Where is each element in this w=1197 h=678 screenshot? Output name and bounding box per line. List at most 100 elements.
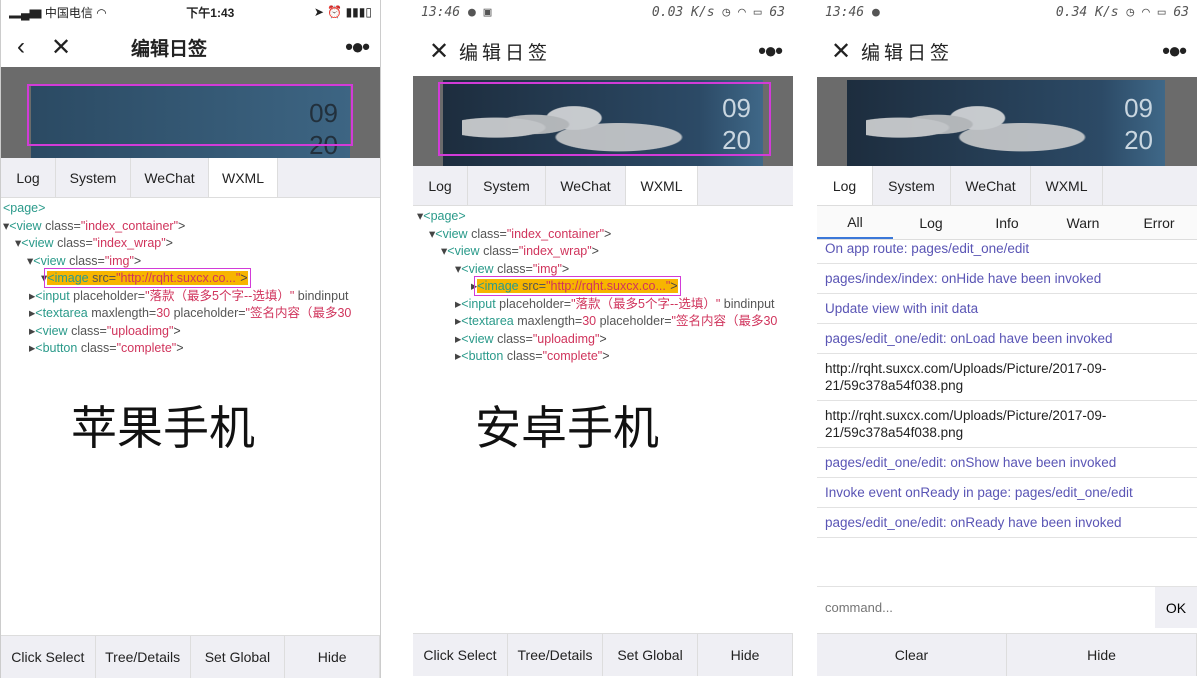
node-container[interactable]: ▾<view class="index_container">	[3, 218, 380, 236]
battery-icon: ▭	[1157, 4, 1166, 20]
node-textarea[interactable]: ▸<textarea maxlength=30 placeholder="签名内…	[417, 313, 793, 331]
hide-button[interactable]: Hide	[1007, 634, 1197, 676]
filter-error[interactable]: Error	[1121, 206, 1197, 239]
filter-info[interactable]: Info	[969, 206, 1045, 239]
attr-value: img	[537, 261, 558, 276]
node-img[interactable]: ▾<view class="img">	[417, 261, 793, 279]
back-icon[interactable]: ‹	[1, 33, 41, 61]
node-button[interactable]: ▸<button class="complete">	[3, 340, 380, 358]
more-icon[interactable]: •●•	[758, 38, 783, 64]
tulip-photo	[866, 101, 1089, 166]
attr-value: index_container	[85, 218, 174, 233]
attr-value: 签名内容（最多30	[675, 314, 778, 328]
nav-bar: ‹ ✕ 编辑日签 •●•	[1, 24, 380, 70]
close-icon[interactable]: ✕	[41, 33, 81, 62]
log-entry: pages/edit_one/edit: onShow have been in…	[817, 448, 1197, 478]
date-month: 09	[1124, 93, 1153, 123]
alarm-icon: ◷	[1126, 4, 1135, 20]
platform-label: 苹果手机	[71, 401, 255, 455]
tab-wechat[interactable]: WeChat	[951, 166, 1031, 205]
wxml-tree: ▾<page> ▾<view class="index_container"> …	[417, 208, 793, 366]
node-image-selected[interactable]: ▸<image src="http://rqht.suxcx.co...">	[417, 276, 793, 296]
tab-wechat[interactable]: WeChat	[131, 158, 209, 197]
signal-icon: ▂▄▆	[9, 5, 45, 20]
node-textarea[interactable]: ▸<textarea maxlength=30 placeholder="签名内…	[3, 305, 380, 323]
filter-all[interactable]: All	[817, 206, 893, 239]
tab-system[interactable]: System	[873, 166, 951, 205]
tree-details-button[interactable]: Tree/Details	[96, 636, 191, 678]
click-select-button[interactable]: Click Select	[413, 634, 508, 676]
node-page[interactable]: ▾<page>	[417, 208, 793, 226]
status-bar: 13:46 ● ▣ 0.03 K/s ◷ ◠ ▭ 63	[413, 0, 793, 24]
selection-highlight	[438, 82, 771, 156]
close-icon[interactable]: ✕	[821, 37, 861, 66]
more-icon[interactable]: •●•	[1162, 38, 1187, 64]
ok-button[interactable]: OK	[1155, 587, 1197, 628]
hide-button[interactable]: Hide	[285, 636, 380, 678]
attr-value: index_wrap	[523, 244, 588, 258]
log-entry: Invoke event onReady in page: pages/edit…	[817, 478, 1197, 508]
clock: 13:46	[421, 4, 461, 20]
clear-button[interactable]: Clear	[817, 634, 1007, 676]
notification-icon: ●	[871, 4, 880, 20]
clock: 下午1:43	[186, 5, 235, 20]
platform-label: 安卓手机	[475, 401, 659, 455]
node-image-selected[interactable]: ▾<image src="http://rqht.suxcx.co...">	[3, 268, 380, 288]
log-entry: Update view with init data	[817, 294, 1197, 324]
notification-icon: ● ▣	[467, 4, 492, 20]
tree-details-button[interactable]: Tree/Details	[508, 634, 603, 676]
tab-wxml[interactable]: WXML	[626, 166, 698, 205]
log-entry: http://rqht.suxcx.com/Uploads/Picture/20…	[817, 401, 1197, 448]
net-speed: 0.03 K/s	[651, 4, 715, 20]
attr-value: uploadimg	[111, 323, 169, 338]
battery-level: 63	[769, 4, 785, 20]
battery-icon: ▭	[753, 4, 762, 20]
filter-log[interactable]: Log	[893, 206, 969, 239]
node-wrap[interactable]: ▾<view class="index_wrap">	[417, 243, 793, 261]
node-uploadimg[interactable]: ▸<view class="uploadimg">	[417, 331, 793, 349]
attr-value: complete	[547, 349, 598, 363]
tag: <page>	[423, 209, 466, 223]
wifi-icon: ◠	[96, 5, 107, 20]
tab-log[interactable]: Log	[413, 166, 468, 205]
close-icon[interactable]: ✕	[419, 37, 459, 66]
node-img[interactable]: ▾<view class="img">	[3, 253, 380, 271]
tab-wxml[interactable]: WXML	[1031, 166, 1103, 205]
card-image[interactable]: 09 20	[847, 80, 1165, 166]
tab-wechat[interactable]: WeChat	[546, 166, 626, 205]
attr-value: http://rqht.suxcx.co...	[550, 279, 666, 293]
set-global-button[interactable]: Set Global	[603, 634, 698, 676]
tab-log[interactable]: Log	[1, 158, 56, 197]
image-area: 09 20	[817, 77, 1197, 166]
tag: <page>	[3, 201, 46, 215]
tab-log[interactable]: Log	[817, 166, 873, 205]
iphone-panel: ▂▄▆ 中国电信 ◠ 下午1:43 ➤ ⏰ ▮▮▮▯ ‹ ✕ 编辑日签 •●• …	[0, 0, 381, 678]
nav-bar: ✕ 编辑日签 •●•	[817, 28, 1197, 74]
node-uploadimg[interactable]: ▸<view class="uploadimg">	[3, 323, 380, 341]
attr-value: http://rqht.suxcx.co...	[120, 271, 236, 285]
wxml-tree: <page> ▾<view class="index_container"> ▾…	[3, 200, 380, 358]
page-title: 编辑日签	[861, 42, 954, 64]
node-input[interactable]: ▸<input placeholder="落款（最多5个字--选填）" bind…	[417, 296, 793, 314]
log-entry: pages/index/index: onHide have been invo…	[817, 264, 1197, 294]
node-wrap[interactable]: ▾<view class="index_wrap">	[3, 235, 380, 253]
node-input[interactable]: ▸<input placeholder="落款（最多5个字--选填）" bind…	[3, 288, 380, 306]
node-button[interactable]: ▸<button class="complete">	[417, 348, 793, 366]
node-container[interactable]: ▾<view class="index_container">	[417, 226, 793, 244]
node-page[interactable]: <page>	[3, 200, 380, 218]
status-bar: ▂▄▆ 中国电信 ◠ 下午1:43 ➤ ⏰ ▮▮▮▯	[1, 0, 380, 24]
attr-value: 30	[582, 314, 597, 328]
click-select-button[interactable]: Click Select	[1, 636, 96, 678]
tab-wxml[interactable]: WXML	[209, 158, 278, 197]
hide-button[interactable]: Hide	[698, 634, 793, 676]
attr-value: complete	[121, 341, 172, 355]
command-input[interactable]	[817, 587, 1155, 628]
filter-warn[interactable]: Warn	[1045, 206, 1121, 239]
bottom-toolbar: Click Select Tree/Details Set Global Hid…	[413, 633, 793, 676]
tab-system[interactable]: System	[468, 166, 546, 205]
page-title: 编辑日签	[459, 42, 552, 64]
log-entry: On app route: pages/edit_one/edit	[817, 240, 1197, 264]
tab-system[interactable]: System	[56, 158, 131, 197]
set-global-button[interactable]: Set Global	[191, 636, 286, 678]
more-icon[interactable]: •●•	[345, 34, 370, 60]
